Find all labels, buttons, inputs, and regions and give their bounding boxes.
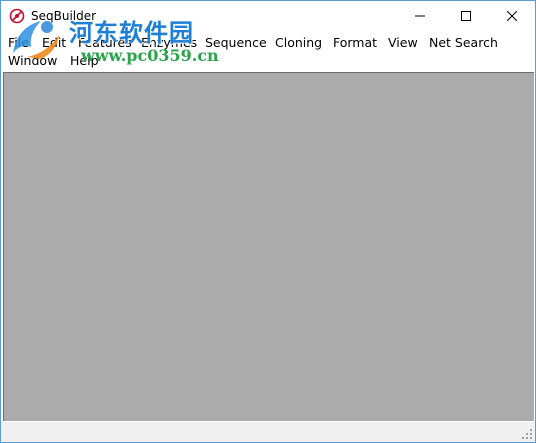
app-logo-icon [9,8,25,24]
mdi-workspace[interactable] [3,72,534,421]
close-button[interactable] [489,1,535,31]
menu-view[interactable]: View [386,33,420,52]
menu-window[interactable]: Window [6,51,59,70]
close-icon [507,11,517,21]
menu-sequence[interactable]: Sequence [203,33,269,52]
minimize-icon [415,15,425,17]
maximize-icon [461,11,471,21]
menu-file[interactable]: File [6,33,31,52]
menu-format[interactable]: Format [331,33,379,52]
app-window: SeqBuilder File Edit Features Enzymes Se… [0,0,536,443]
title-bar[interactable]: SeqBuilder [1,1,535,31]
minimize-button[interactable] [397,1,443,31]
menu-edit[interactable]: Edit [40,33,68,52]
maximize-button[interactable] [443,1,489,31]
resize-grip-icon[interactable] [521,428,533,440]
status-bar [1,422,535,442]
menu-bar: File Edit Features Enzymes Sequence Clon… [1,31,535,69]
menu-features[interactable]: Features [76,33,134,52]
menu-help[interactable]: Help [68,51,101,70]
menu-cloning[interactable]: Cloning [273,33,324,52]
menu-enzymes[interactable]: Enzymes [139,33,199,52]
window-title: SeqBuilder [31,9,97,23]
menu-net-search[interactable]: Net Search [427,33,500,52]
